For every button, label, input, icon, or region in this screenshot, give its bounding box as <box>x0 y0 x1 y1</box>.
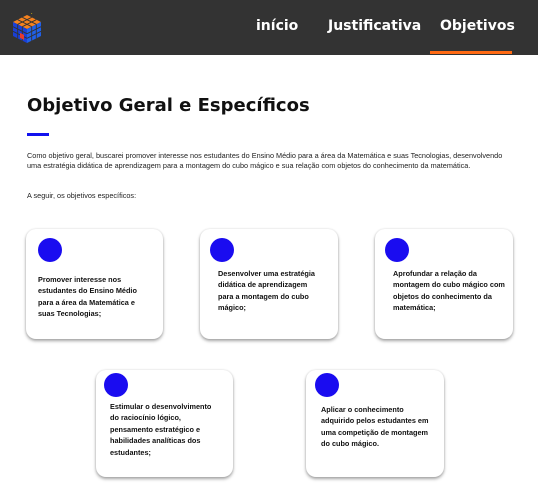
card-dot-icon <box>315 373 339 397</box>
nav-link-inicio[interactable]: início <box>256 18 298 34</box>
active-tab-indicator <box>430 51 512 54</box>
card-dot-icon <box>385 238 409 262</box>
objective-text: Desenvolver uma estratégia didática de a… <box>218 269 315 313</box>
nav-link-justificativa[interactable]: Justificativa <box>328 18 421 34</box>
objective-text: Aplicar o conhecimento adquirido pelos e… <box>321 405 429 449</box>
objective-card: Desenvolver uma estratégia didática de a… <box>200 229 338 339</box>
objective-card: Estimular o desenvolvimento do raciocíni… <box>96 370 233 477</box>
objective-text: Estimular o desenvolvimento do raciocíni… <box>110 402 212 457</box>
card-dot-icon <box>104 373 128 397</box>
intro-paragraph: Como objetivo geral, buscarei promover i… <box>27 151 503 171</box>
objective-text: Aprofundar a relação da montagem do cubo… <box>393 269 505 313</box>
objective-card: Aprofundar a relação da montagem do cubo… <box>375 229 513 339</box>
rubiks-cube-icon[interactable] <box>10 13 44 45</box>
objective-card: Aplicar o conhecimento adquirido pelos e… <box>306 370 444 477</box>
navbar: início Justificativa Objetivos <box>0 0 538 55</box>
nav-link-objetivos[interactable]: Objetivos <box>440 18 515 34</box>
card-dot-icon <box>38 238 62 262</box>
objective-text: Promover interesse nos estudantes do Ens… <box>38 275 137 319</box>
page-title: Objetivo Geral e Específicos <box>27 95 310 116</box>
objective-card: Promover interesse nos estudantes do Ens… <box>26 229 163 339</box>
title-accent-line <box>27 133 49 136</box>
specific-objectives-intro: A seguir, os objetivos específicos: <box>27 191 137 200</box>
card-dot-icon <box>210 238 234 262</box>
